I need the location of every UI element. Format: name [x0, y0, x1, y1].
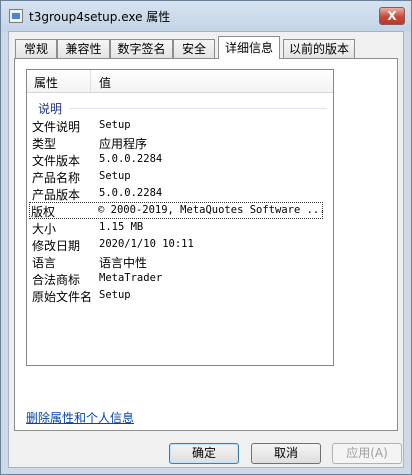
property-name: 语言	[32, 256, 57, 270]
list-item[interactable]: 大小 1.15 MB	[30, 219, 330, 236]
property-name: 大小	[32, 222, 57, 236]
group-divider	[69, 108, 327, 109]
column-divider[interactable]	[90, 70, 91, 92]
property-value: Setup	[99, 289, 131, 301]
remove-properties-link[interactable]: 删除属性和个人信息	[26, 409, 134, 426]
property-name: 合法商标	[32, 273, 81, 287]
property-value: Setup	[99, 170, 131, 182]
property-name: 文件版本	[32, 154, 81, 168]
apply-button[interactable]: 应用(A)	[332, 443, 402, 464]
property-value: 语言中性	[99, 256, 148, 270]
list-item-selected[interactable]: 版权 © 2000-2019, MetaQuotes Software ...	[29, 202, 326, 219]
property-name: 产品版本	[32, 188, 81, 202]
dialog-client: 常规 兼容性 数字签名 安全 详细信息 以前的版本 属性 值 说明 文件说明 S…	[8, 31, 404, 468]
list-item[interactable]: 产品名称 Setup	[30, 168, 330, 185]
tab-details[interactable]: 详细信息	[218, 36, 280, 59]
property-value: MetaTrader	[99, 272, 163, 284]
list-header: 属性 值	[27, 70, 333, 93]
property-value: 2020/1/10 10:11	[99, 238, 194, 250]
list-item[interactable]: 合法商标 MetaTrader	[30, 270, 330, 287]
property-name: 修改日期	[32, 239, 81, 253]
properties-window: t3group4setup.exe 属性 X 常规 兼容性 数字签名 安全 详细…	[0, 0, 412, 475]
tab-compatibility[interactable]: 兼容性	[57, 39, 110, 58]
tab-general[interactable]: 常规	[15, 39, 57, 58]
list-item[interactable]: 原始文件名 Setup	[30, 287, 330, 304]
details-list[interactable]: 属性 值 说明 文件说明 Setup 类型 应用程序 文件版本 5.0.0.22…	[26, 69, 334, 366]
window-title: t3group4setup.exe 属性	[29, 10, 171, 24]
property-value: © 2000-2019, MetaQuotes Software ...	[98, 204, 326, 216]
tab-digital-signatures[interactable]: 数字签名	[110, 39, 173, 58]
list-item[interactable]: 产品版本 5.0.0.2284	[30, 185, 330, 202]
list-item[interactable]: 文件版本 5.0.0.2284	[30, 151, 330, 168]
title-bar[interactable]: t3group4setup.exe 属性 X	[1, 1, 411, 31]
close-button[interactable]: X	[379, 7, 405, 25]
cancel-button[interactable]: 取消	[251, 443, 321, 464]
property-value: 1.15 MB	[99, 221, 144, 233]
property-value: 5.0.0.2284	[99, 153, 163, 165]
property-name: 原始文件名	[32, 290, 93, 304]
list-item[interactable]: 文件说明 Setup	[30, 117, 330, 134]
list-item[interactable]: 语言 语言中性	[30, 253, 330, 270]
ok-button[interactable]: 确定	[169, 443, 239, 464]
app-icon	[9, 9, 23, 23]
list-item[interactable]: 修改日期 2020/1/10 10:11	[30, 236, 330, 253]
property-value: 应用程序	[99, 137, 148, 151]
property-value: Setup	[99, 119, 131, 131]
column-header-property[interactable]: 属性	[34, 74, 58, 91]
column-header-value[interactable]: 值	[99, 74, 111, 91]
property-name: 类型	[32, 137, 57, 151]
property-value: 5.0.0.2284	[99, 187, 163, 199]
property-name: 产品名称	[32, 171, 81, 185]
property-name: 版权	[31, 205, 56, 219]
group-header-description: 说明	[38, 102, 63, 116]
property-name: 文件说明	[32, 120, 81, 134]
tab-security[interactable]: 安全	[173, 39, 215, 58]
details-panel: 属性 值 说明 文件说明 Setup 类型 应用程序 文件版本 5.0.0.22…	[14, 58, 398, 431]
list-item[interactable]: 类型 应用程序	[30, 134, 330, 151]
tab-previous-versions[interactable]: 以前的版本	[283, 39, 355, 58]
